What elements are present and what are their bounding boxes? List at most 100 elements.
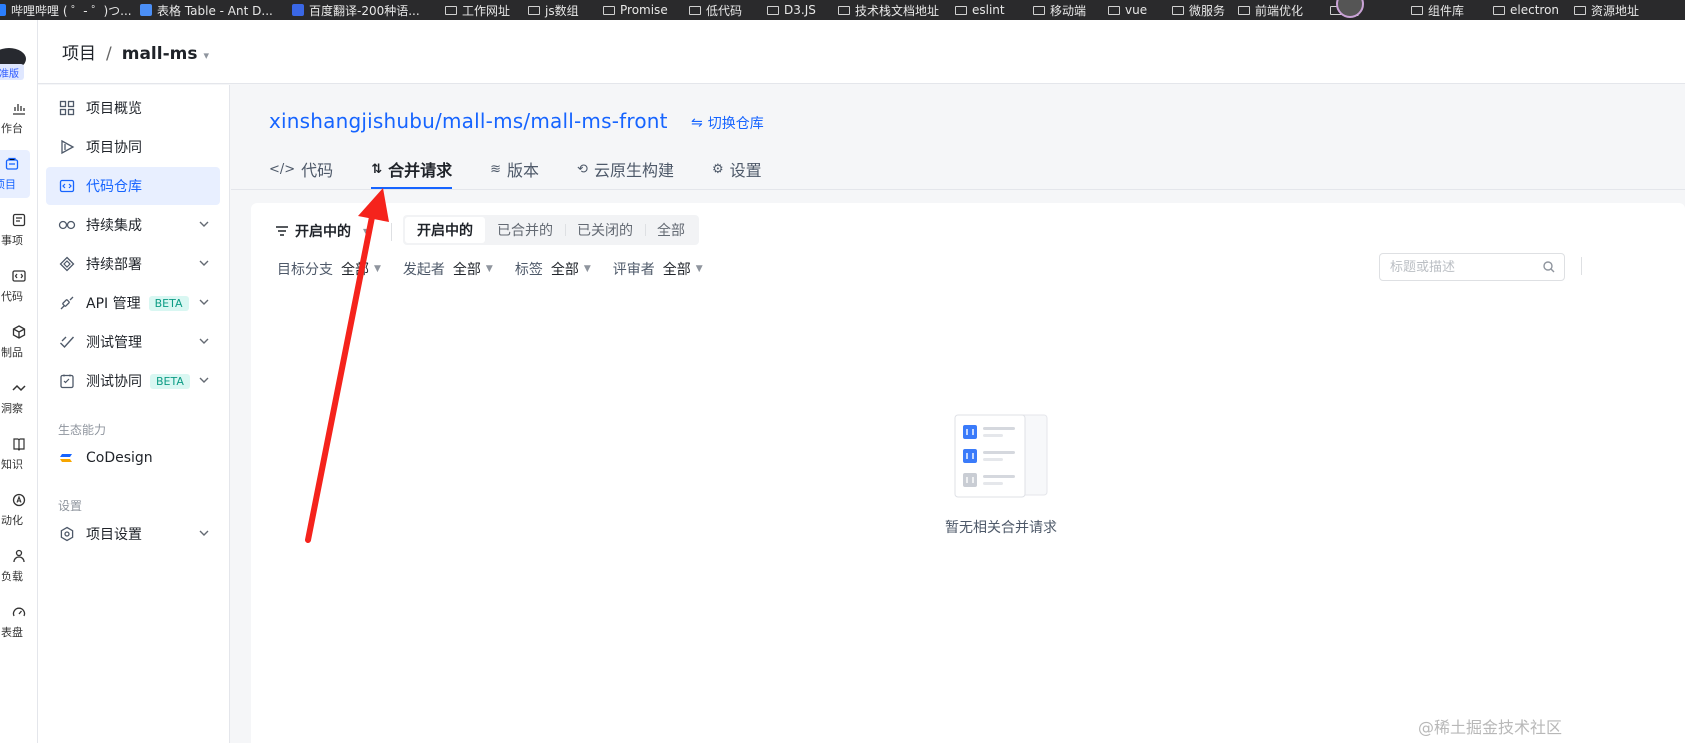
empty-state-text: 暂无相关合并请求 bbox=[945, 520, 1057, 536]
breadcrumb-project[interactable]: mall-ms bbox=[122, 44, 198, 64]
sidebar-item-api[interactable]: API 管理 BETA bbox=[46, 284, 220, 322]
divider bbox=[1581, 257, 1582, 275]
rail-item-book[interactable]: 知识 bbox=[0, 430, 37, 478]
bookmark-item[interactable]: vue bbox=[1108, 0, 1147, 20]
bookmark-item[interactable]: 微服务 bbox=[1172, 0, 1225, 20]
filter-label: 发起者 bbox=[402, 262, 445, 278]
chevron-down-icon[interactable] bbox=[198, 527, 210, 539]
sidebar-item-collab[interactable]: 项目协同 bbox=[46, 128, 220, 166]
filter-dropdown[interactable]: 目标分支 全部 ▼ bbox=[277, 259, 381, 279]
chevron-down-icon[interactable] bbox=[198, 218, 210, 230]
filter-dropdown[interactable]: 发起者 全部 ▼ bbox=[403, 259, 493, 279]
favicon-icon bbox=[140, 4, 152, 16]
folder-icon bbox=[838, 5, 850, 15]
bookmark-label: Promise bbox=[620, 3, 668, 17]
layers-icon: ≋ bbox=[490, 161, 502, 177]
repo-project-link[interactable]: mall-ms bbox=[442, 109, 523, 133]
bookmark-item[interactable]: 百度翻译-200种语... bbox=[292, 0, 420, 20]
rail-item-label: 代码 bbox=[1, 290, 23, 303]
merge-request-panel: 开启中的 ▾ 开启中的 已合并的 已关闭的 全部 目标分支 全部 ▼ 发起者 全部 ▼ 标签 全部 ▼… bbox=[251, 203, 1685, 743]
bookmark-item[interactable]: 哔哩哔哩 ( ゜- ゜)つ... bbox=[0, 0, 132, 20]
repo-name-link[interactable]: mall-ms-front bbox=[530, 109, 667, 133]
state-segmented-control: 开启中的 已合并的 已关闭的 全部 bbox=[403, 215, 699, 245]
rail-item-task[interactable]: 事项 bbox=[0, 206, 37, 254]
search-input[interactable] bbox=[1390, 259, 1540, 275]
dashboard-icon bbox=[11, 100, 27, 116]
chevron-down-icon[interactable] bbox=[198, 374, 210, 386]
sidebar-item-test[interactable]: 测试管理 bbox=[46, 323, 220, 361]
bookmark-item[interactable]: electron bbox=[1493, 0, 1559, 20]
caret-down-icon: ▼ bbox=[695, 264, 703, 274]
bookmark-label: 资源地址 bbox=[1591, 3, 1640, 18]
bookmark-item[interactable]: eslint bbox=[955, 0, 1005, 20]
favicon-icon bbox=[292, 4, 304, 16]
bookmark-item[interactable]: 技术栈文档地址 bbox=[838, 0, 939, 20]
rail-item-dashboard[interactable]: 作台 bbox=[0, 94, 37, 142]
segment-item[interactable]: 开启中的 bbox=[405, 217, 485, 243]
filter-value: 全部 bbox=[341, 262, 369, 278]
gauge-icon bbox=[11, 604, 27, 620]
folder-icon bbox=[445, 5, 457, 15]
tab-gear[interactable]: ⚙ 设置 bbox=[712, 151, 762, 187]
chevron-down-icon[interactable]: ▾ bbox=[203, 49, 209, 62]
rail-item-insight[interactable]: 洞察 bbox=[0, 374, 37, 422]
search-icon[interactable] bbox=[1542, 260, 1556, 274]
filter-dropdown[interactable]: 评审者 全部 ▼ bbox=[613, 259, 703, 279]
state-filter-button[interactable]: 开启中的 ▾ bbox=[275, 221, 368, 241]
rail-item-gauge[interactable]: 表盘 bbox=[0, 598, 37, 646]
bookmark-item[interactable]: 工作网址 bbox=[445, 0, 510, 20]
rail-item-label: 项目 bbox=[0, 178, 16, 191]
sidebar-item-label: 持续部署 bbox=[86, 257, 142, 273]
bookmark-item[interactable]: D3.JS bbox=[767, 0, 816, 20]
switch-repo-button[interactable]: ⇋ 切换仓库 bbox=[691, 113, 764, 133]
sidebar-item-test-collab[interactable]: 测试协同 BETA bbox=[46, 362, 220, 400]
bookmark-label: js数组 bbox=[545, 3, 579, 18]
tab-merge-request[interactable]: ⇅ 合并请求 bbox=[371, 151, 452, 189]
sidebar-item-codesign[interactable]: CoDesign bbox=[46, 439, 220, 477]
sidebar-item-ci[interactable]: 持续集成 bbox=[46, 206, 220, 244]
filter-label: 评审者 bbox=[612, 262, 655, 278]
repo-path: xinshangjishubu/mall-ms/mall-ms-front bbox=[269, 109, 668, 133]
sidebar-item-label: 测试管理 bbox=[86, 335, 142, 351]
filter-dropdown[interactable]: 标签 全部 ▼ bbox=[515, 259, 591, 279]
repo-owner-link[interactable]: xinshangjishubu bbox=[269, 109, 435, 133]
chevron-down-icon[interactable] bbox=[198, 257, 210, 269]
bookmark-item[interactable]: js数组 bbox=[528, 0, 579, 20]
bookmark-item[interactable]: 组件库 bbox=[1411, 0, 1464, 20]
sidebar-item-code-repo[interactable]: 代码仓库 bbox=[46, 167, 220, 205]
bookmark-item[interactable]: 前端优化 bbox=[1238, 0, 1303, 20]
bookmark-item[interactable]: Promise bbox=[603, 0, 668, 20]
overview-icon bbox=[58, 99, 76, 117]
rail-item-label: 动化 bbox=[1, 514, 23, 527]
segment-item[interactable]: 已关闭的 bbox=[565, 217, 645, 243]
tab-code-tab[interactable]: </> 代码 bbox=[269, 151, 333, 187]
sidebar-item-project-settings[interactable]: 项目设置 bbox=[46, 515, 220, 553]
tab-layers[interactable]: ≋ 版本 bbox=[490, 151, 539, 187]
rail-item-code[interactable]: 代码 bbox=[0, 262, 37, 310]
breadcrumb-root[interactable]: 项目 bbox=[62, 44, 96, 64]
caret-down-icon: ▼ bbox=[583, 264, 591, 274]
sidebar-item-overview[interactable]: 项目概览 bbox=[46, 89, 220, 127]
chevron-down-icon[interactable] bbox=[198, 335, 210, 347]
bookmark-item[interactable]: 移动端 bbox=[1033, 0, 1086, 20]
rail-item-automation[interactable]: 动化 bbox=[0, 486, 37, 534]
cloud-build-icon: ⟲ bbox=[577, 161, 588, 177]
filter-label: 标签 bbox=[514, 262, 543, 278]
rail-item-project[interactable]: 项目 bbox=[0, 150, 30, 198]
load-icon bbox=[11, 548, 27, 564]
bookmark-item[interactable]: 低代码 bbox=[689, 0, 742, 20]
rail-item-artifact[interactable]: 制品 bbox=[0, 318, 37, 366]
search-box[interactable] bbox=[1379, 253, 1565, 281]
rail-item-load[interactable]: 负载 bbox=[0, 542, 37, 590]
tab-cloud-build[interactable]: ⟲ 云原生构建 bbox=[577, 151, 674, 187]
chevron-down-icon[interactable] bbox=[198, 296, 210, 308]
ci-icon bbox=[58, 216, 76, 234]
bookmark-label: D3.JS bbox=[784, 3, 816, 17]
bookmark-item[interactable]: 资源地址 bbox=[1574, 0, 1639, 20]
sidebar-item-cd[interactable]: 持续部署 bbox=[46, 245, 220, 283]
segment-item[interactable]: 已合并的 bbox=[485, 217, 565, 243]
gear-icon: ⚙ bbox=[711, 161, 724, 177]
bookmark-item[interactable]: 表格 Table - Ant D... bbox=[140, 0, 273, 20]
segment-item[interactable]: 全部 bbox=[645, 217, 697, 243]
bookmark-label: 表格 Table - Ant D... bbox=[157, 3, 273, 18]
